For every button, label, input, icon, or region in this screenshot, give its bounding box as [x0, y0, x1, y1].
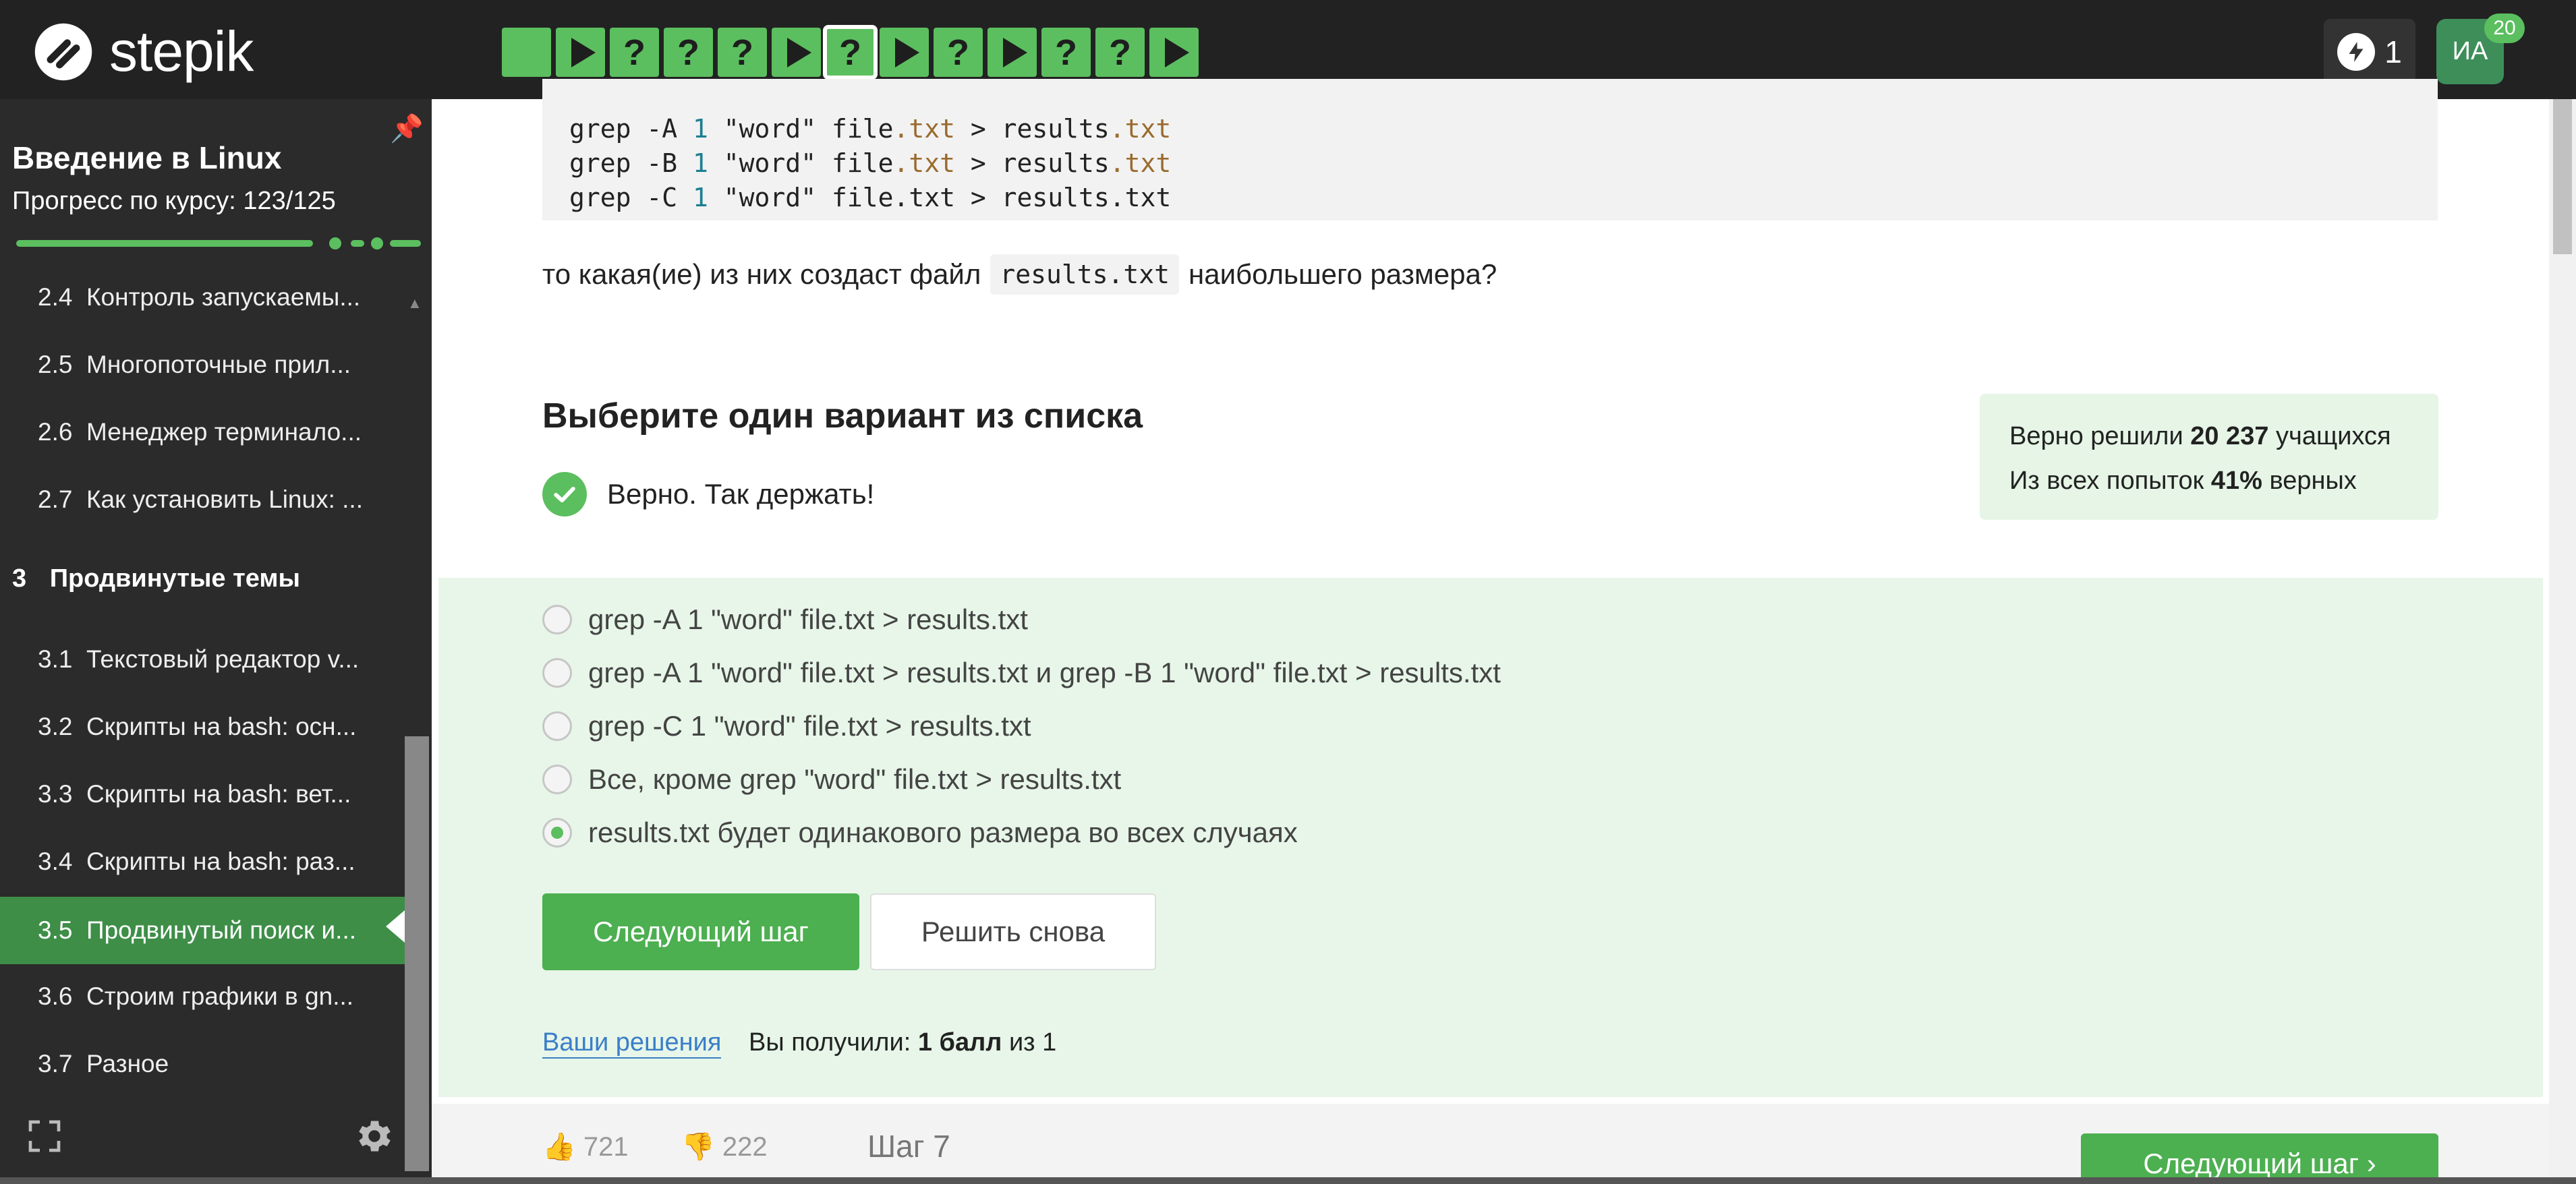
step-4-quiz[interactable]: ? — [664, 28, 713, 77]
play-icon — [1002, 37, 1027, 67]
check-icon — [542, 472, 587, 516]
stats-box: Верно решили 20 237 учащихся Из всех поп… — [1980, 394, 2438, 520]
correct-feedback: Верно. Так держать! — [542, 472, 874, 516]
sidebar-lesson-2-6[interactable]: 2.6 Менеджер терминало... — [0, 403, 405, 462]
step-2-video[interactable] — [556, 28, 605, 77]
code-line-2: grep -B 1 "word" file.txt > results.txt — [569, 148, 1172, 178]
window-bottom-border — [0, 1177, 2576, 1184]
main-scrollbar[interactable] — [2549, 99, 2576, 1184]
progress-dot — [329, 237, 341, 249]
play-icon — [571, 37, 596, 67]
step-13-video[interactable] — [1149, 28, 1199, 77]
answer-option-3[interactable]: grep -C 1 "word" file.txt > results.txt — [542, 710, 1031, 742]
progress-segment — [351, 240, 364, 247]
course-progress-bar — [16, 237, 421, 249]
step-3-quiz[interactable]: ? — [610, 28, 659, 77]
dislike-button[interactable]: 👎 222 — [681, 1131, 768, 1162]
sidebar-lesson-3-4[interactable]: 3.4 Скрипты на bash: раз... — [0, 832, 405, 891]
step-12-quiz[interactable]: ? — [1095, 28, 1145, 77]
step-navigation: ? ? ? ? ? ? ? — [502, 25, 1203, 80]
play-icon — [894, 37, 919, 67]
quiz-title: Выберите один вариант из списка — [542, 396, 1143, 436]
sidebar-lesson-3-7[interactable]: 3.7 Разное — [0, 1034, 405, 1094]
step-6-video[interactable] — [772, 28, 821, 77]
inline-code: results.txt — [990, 254, 1180, 295]
stats-solved: Верно решили 20 237 учащихся — [2009, 422, 2391, 450]
next-step-button-bottom[interactable]: Следующий шаг › — [2081, 1133, 2438, 1184]
stepik-logo[interactable]: stepik — [31, 19, 254, 84]
radio-button-selected[interactable] — [542, 818, 572, 848]
solutions-link[interactable]: Ваши решения — [542, 1028, 722, 1059]
course-progress-text: Прогресс по курсу: 123/125 — [12, 187, 336, 215]
radio-button[interactable] — [542, 765, 572, 794]
sidebar-lesson-3-6[interactable]: 3.6 Строим графики в gn... — [0, 967, 405, 1026]
answer-option-1[interactable]: grep -A 1 "word" file.txt > results.txt — [542, 603, 1028, 636]
course-sidebar: 📌 Введение в Linux Прогресс по курсу: 12… — [0, 99, 432, 1184]
score-text: Вы получили: 1 балл из 1 — [749, 1028, 1057, 1057]
main-scrollbar-thumb[interactable] — [2553, 99, 2572, 254]
answer-area: grep -A 1 "word" file.txt > results.txt … — [438, 578, 2543, 1097]
progress-segment — [390, 240, 421, 247]
sidebar-lesson-3-5-active[interactable]: 3.5 Продвинутый поиск и... — [0, 897, 405, 964]
answer-option-4[interactable]: Все, кроме grep "word" file.txt > result… — [542, 763, 1121, 796]
play-icon — [786, 37, 811, 67]
sidebar-lesson-3-2[interactable]: 3.2 Скрипты на bash: осн... — [0, 697, 405, 757]
code-line-1: grep -A 1 "word" file.txt > results.txt — [569, 114, 1172, 144]
energy-count: 1 — [2384, 34, 2402, 69]
sidebar-lesson-2-4[interactable]: 2.4 Контроль запускаемы... — [0, 268, 405, 327]
retry-button[interactable]: Решить снова — [870, 893, 1156, 970]
step-8-video[interactable] — [880, 28, 929, 77]
progress-dot — [371, 237, 383, 249]
sidebar-scroll-up-icon[interactable]: ▲ — [407, 295, 422, 312]
course-title[interactable]: Введение в Linux — [12, 140, 281, 176]
radio-button[interactable] — [542, 605, 572, 634]
next-step-button[interactable]: Следующий шаг — [542, 893, 859, 970]
lightning-icon — [2337, 32, 2376, 71]
sidebar-module-3[interactable]: 3 Продвинутые темы — [12, 564, 300, 593]
radio-button[interactable] — [542, 711, 572, 741]
step-5-quiz[interactable]: ? — [718, 28, 767, 77]
question-text: то какая(ие) из них создаст файл results… — [542, 254, 1497, 295]
logo-text: stepik — [109, 20, 254, 83]
radio-button[interactable] — [542, 658, 572, 688]
fullscreen-icon[interactable] — [26, 1117, 63, 1155]
progress-fill — [16, 240, 313, 247]
gear-icon[interactable] — [354, 1116, 395, 1156]
energy-counter[interactable]: 1 — [2324, 19, 2415, 84]
answer-option-5-selected[interactable]: results.txt будет одинакового размера во… — [542, 817, 1298, 849]
stepik-logo-icon — [34, 23, 92, 80]
step-footer: 👍 721 👎 222 Шаг 7 Следующий шаг › — [432, 1104, 2549, 1184]
answer-option-2[interactable]: grep -A 1 "word" file.txt > results.txt … — [542, 657, 1501, 689]
play-icon — [1164, 37, 1189, 67]
code-line-3: grep -C 1 "word" file.txt > results.txt — [569, 183, 1172, 212]
step-10-video[interactable] — [988, 28, 1037, 77]
sidebar-scroll-down-icon[interactable]: ▼ — [407, 1070, 422, 1088]
step-9-quiz[interactable]: ? — [934, 28, 983, 77]
sidebar-lesson-2-5[interactable]: 2.5 Многопоточные прил... — [0, 335, 405, 394]
step-1-text[interactable] — [502, 28, 551, 77]
like-button[interactable]: 👍 721 — [542, 1131, 629, 1162]
step-7-quiz-current[interactable]: ? — [823, 25, 878, 80]
pin-icon[interactable]: 📌 — [390, 113, 424, 144]
notification-badge: 20 — [2484, 13, 2525, 43]
chevron-right-icon: › — [2359, 1148, 2376, 1179]
sidebar-lesson-3-3[interactable]: 3.3 Скрипты на bash: вет... — [0, 765, 405, 824]
main-content: grep -A 1 "word" file.txt > results.txt … — [432, 79, 2549, 1184]
sidebar-lesson-2-7[interactable]: 2.7 Как установить Linux: ... — [0, 470, 405, 529]
stats-attempts: Из всех попыток 41% верных — [2009, 467, 2357, 495]
sidebar-scrollbar-thumb[interactable] — [405, 736, 429, 1171]
step-11-quiz[interactable]: ? — [1041, 28, 1091, 77]
sidebar-lesson-3-1[interactable]: 3.1 Текстовый редактор v... — [0, 630, 405, 689]
step-label: Шаг 7 — [867, 1129, 950, 1164]
code-block: grep -A 1 "word" file.txt > results.txt … — [542, 79, 2438, 220]
